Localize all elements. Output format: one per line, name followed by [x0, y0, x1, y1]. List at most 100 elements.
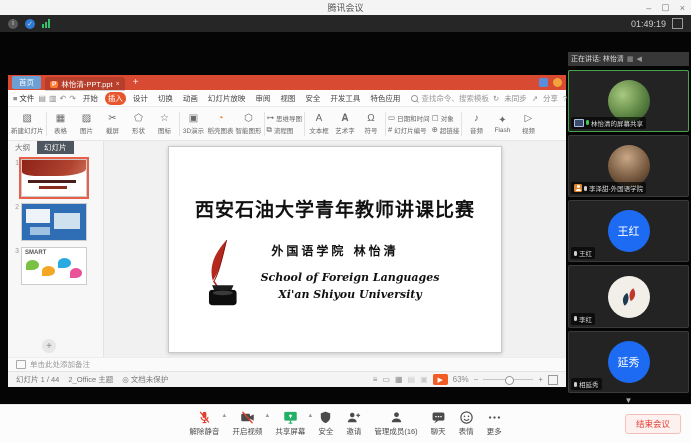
slide-thumbnail-2[interactable] — [21, 203, 87, 241]
more-button[interactable]: 更多 — [487, 410, 502, 437]
collapse-sidebar-icon[interactable]: ◀ — [637, 55, 642, 63]
ribbon-symbol[interactable]: Ω符号 — [359, 112, 383, 135]
security-button[interactable]: 安全 — [318, 410, 333, 437]
user-avatar-icon[interactable] — [539, 78, 548, 87]
maximize-button[interactable]: ▢ — [661, 2, 670, 13]
document-tab-title: 林怡清-PPT.ppt — [61, 79, 112, 90]
notes-bar[interactable]: 单击此处添加备注 — [8, 357, 566, 371]
ribbon-mindmap[interactable]: ⊶思维导图 — [267, 113, 303, 123]
menu-tab-view[interactable]: 视图 — [277, 92, 298, 105]
tab-close-icon[interactable]: × — [116, 81, 120, 88]
sync-status[interactable]: 未同步 — [504, 93, 527, 104]
unmute-button[interactable]: ▲ 解除静音 — [189, 410, 219, 437]
share-button[interactable]: 分享 — [543, 93, 558, 104]
search-box[interactable]: 查找命令、搜索模板 — [411, 93, 489, 104]
ribbon-screenshot[interactable]: ✂截屏 — [101, 112, 125, 135]
add-slide-button[interactable]: + — [42, 339, 56, 353]
share-screen-button[interactable]: ▲ 共享屏幕 — [275, 410, 305, 437]
participant-tile[interactable]: 王红 王红 — [568, 200, 689, 262]
slides-tab[interactable]: 幻灯片 — [37, 141, 74, 154]
menu-tab-review[interactable]: 审阅 — [252, 92, 273, 105]
file-menu[interactable]: ≡ 文件 — [13, 93, 34, 104]
ribbon-new-slide[interactable]: ▧新建幻灯片 — [11, 112, 44, 135]
slide-editor[interactable]: 西安石油大学青年教师讲课比赛 外国语学院 林怡清 School of Forei… — [168, 146, 502, 353]
save-icon[interactable]: ▤ — [38, 94, 46, 103]
participant-tile-host[interactable]: 李泽甜-外国语学院 — [568, 135, 689, 197]
zoom-level[interactable]: 63% — [453, 375, 469, 384]
manage-members-button[interactable]: 管理成员(16) — [374, 410, 417, 437]
play-slideshow-button[interactable]: ▶ — [433, 374, 448, 385]
slide-thumbnail-3[interactable]: SMART — [21, 247, 87, 285]
ribbon-3d[interactable]: ▣3D演示 — [182, 112, 206, 135]
close-button[interactable]: × — [680, 3, 685, 13]
ribbon-hyperlink[interactable]: ⊕超链接 — [432, 125, 460, 135]
ribbon-icons[interactable]: ☆图标 — [153, 112, 177, 135]
wps-document-tab[interactable]: P 林怡清-PPT.ppt × — [45, 77, 125, 91]
new-tab-button[interactable]: + — [129, 77, 143, 88]
menu-tab-security[interactable]: 安全 — [302, 92, 323, 105]
ribbon-datetime[interactable]: ▭日期和时间 — [388, 113, 430, 123]
undo-icon[interactable]: ↶ — [60, 94, 67, 103]
menu-tab-animation[interactable]: 动画 — [180, 92, 201, 105]
chat-button[interactable]: 聊天 — [431, 410, 446, 437]
zoom-in-icon[interactable]: + — [538, 375, 543, 384]
reading-view-icon[interactable]: ▤ — [408, 375, 416, 384]
end-meeting-button[interactable]: 结束会议 — [625, 414, 681, 434]
ribbon-audio[interactable]: ♪音频 — [464, 112, 488, 135]
ribbon-chart[interactable]: ◔稻壳图表 — [208, 112, 234, 135]
mic-options-caret[interactable]: ▲ — [221, 413, 227, 419]
menu-tab-transition[interactable]: 切换 — [155, 92, 176, 105]
menu-tab-design[interactable]: 设计 — [130, 92, 151, 105]
speaking-text: 正在讲话: 林怡清 — [571, 54, 624, 64]
outline-tab[interactable]: 大纲 — [8, 141, 37, 154]
start-video-button[interactable]: ▲ 开启视频 — [232, 410, 262, 437]
wps-home-button[interactable]: 首页 — [12, 76, 41, 89]
ribbon-slidenumber[interactable]: #幻灯片编号 — [388, 125, 430, 135]
zoom-out-icon[interactable]: − — [474, 375, 479, 384]
participant-tile[interactable]: 李红 — [568, 265, 689, 327]
avatar: 延秀 — [608, 341, 650, 383]
ribbon-picture[interactable]: ▨图片 — [75, 112, 99, 135]
meeting-security-icon[interactable]: ✓ — [25, 19, 35, 29]
invite-button[interactable]: 邀请 — [346, 410, 361, 437]
help-icon[interactable]: ? — [563, 94, 567, 103]
member-icon[interactable] — [553, 78, 562, 87]
zoom-slider-knob[interactable] — [505, 376, 514, 385]
normal-view-icon[interactable]: ▭ — [382, 375, 390, 384]
notes-toggle-icon[interactable]: ≡ — [373, 375, 378, 384]
ribbon-wordart[interactable]: 𝐀艺术字 — [333, 112, 357, 135]
ribbon-video[interactable]: ▷视频 — [516, 112, 540, 135]
share-options-caret[interactable]: ▲ — [307, 413, 313, 419]
menu-tab-devtools[interactable]: 开发工具 — [327, 92, 363, 105]
mic-icon — [574, 251, 577, 256]
ribbon-smartart[interactable]: ⬡智能图形 — [236, 112, 262, 135]
layout-grid-icon[interactable]: ▦ — [627, 55, 634, 63]
ribbon-object[interactable]: ▢对象 — [432, 113, 460, 123]
fit-slide-icon[interactable] — [548, 375, 558, 385]
ribbon-flash[interactable]: ✦Flash — [490, 114, 514, 134]
slide-thumbnail-1[interactable] — [21, 159, 87, 197]
slide-sorter-icon[interactable]: ▦ — [395, 375, 403, 384]
network-signal-icon[interactable] — [42, 19, 50, 28]
meeting-info-icon[interactable]: i — [8, 19, 18, 29]
video-options-caret[interactable]: ▲ — [264, 413, 270, 419]
participant-tile[interactable]: 延秀 相延秀 — [568, 331, 689, 393]
ribbon-flowchart[interactable]: ⧉流程图 — [267, 125, 303, 135]
ribbon-table[interactable]: ▦表格 — [49, 112, 73, 135]
mic-muted-icon — [197, 410, 212, 425]
redo-icon[interactable]: ↷ — [69, 94, 76, 103]
emoji-button[interactable]: 表情 — [459, 410, 474, 437]
menu-tab-start[interactable]: 开始 — [80, 92, 101, 105]
protect-status[interactable]: 文档未保护 — [131, 374, 169, 385]
show-view-icon[interactable]: ▣ — [420, 375, 428, 384]
print-icon[interactable]: ▥ — [49, 94, 57, 103]
ribbon-shapes[interactable]: ⬠形状 — [127, 112, 151, 135]
menu-tab-apps[interactable]: 特色应用 — [367, 92, 403, 105]
menu-tab-slideshow[interactable]: 幻灯片放映 — [205, 92, 249, 105]
menu-tab-insert[interactable]: 插入 — [105, 92, 126, 105]
ribbon-textbox[interactable]: A文本框 — [307, 112, 331, 135]
participant-tile-screen-share[interactable]: 林怡清的屏幕共享 — [568, 70, 689, 132]
zoom-slider[interactable] — [483, 379, 533, 380]
fullscreen-icon[interactable] — [672, 18, 683, 29]
minimize-button[interactable]: – — [646, 3, 651, 13]
